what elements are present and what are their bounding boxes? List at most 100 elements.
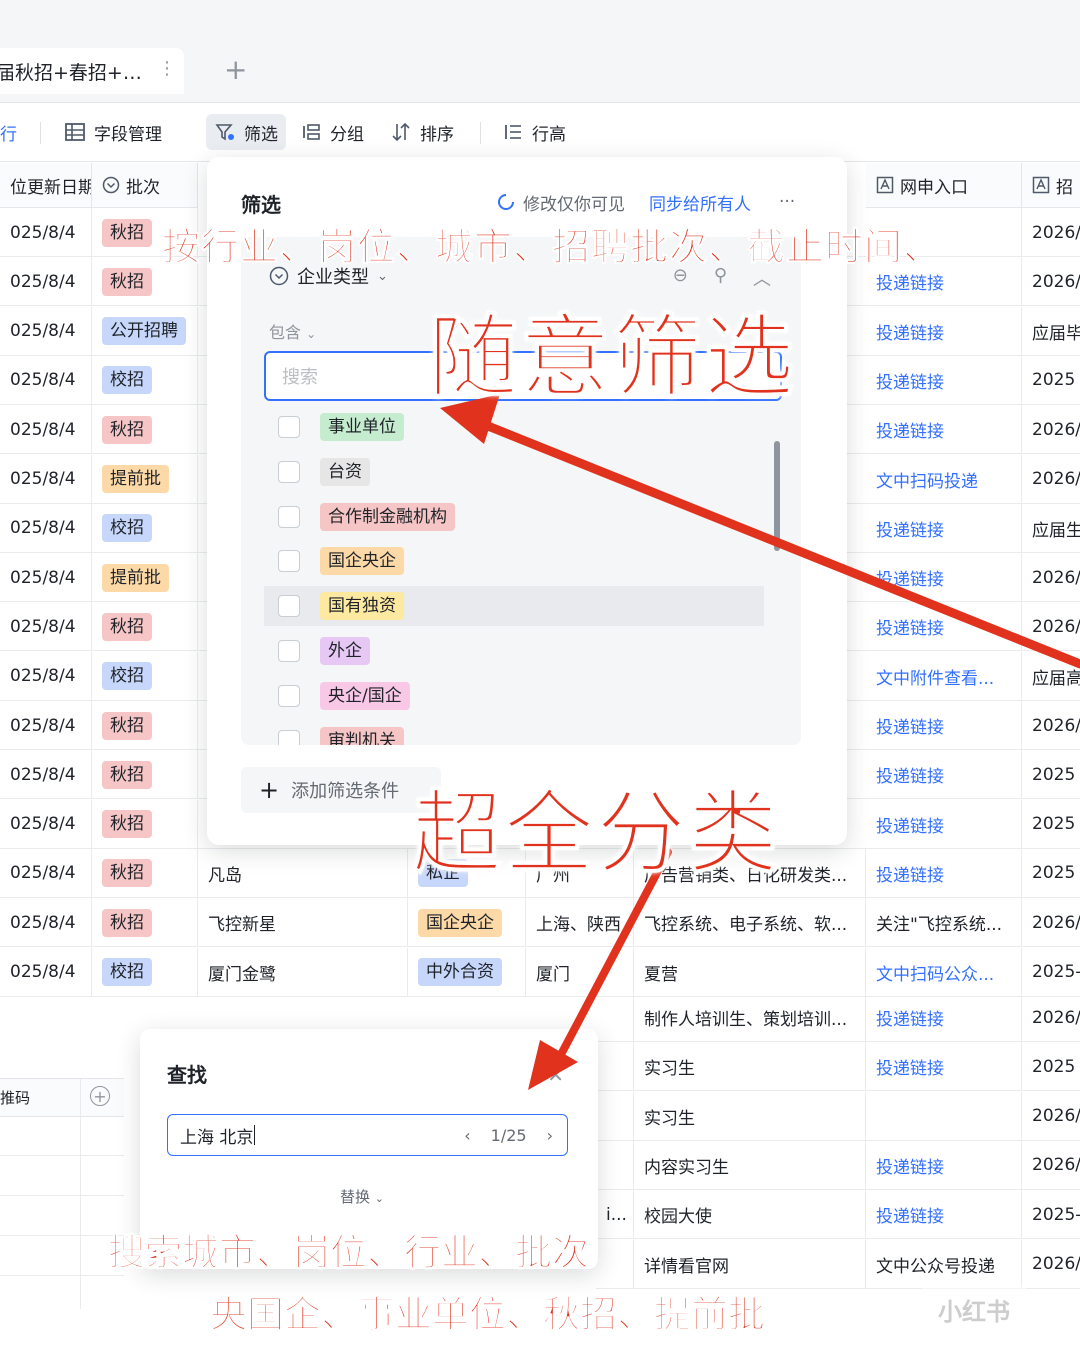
- cell-position[interactable]: 内容实习生: [634, 1140, 866, 1190]
- cell-company[interactable]: 凡岛: [198, 848, 408, 898]
- cell-date[interactable]: 025/8/4: [0, 306, 92, 356]
- option-checkbox[interactable]: [278, 505, 300, 528]
- cell-date[interactable]: 025/8/4: [0, 947, 92, 997]
- cell-apply-entry[interactable]: 投递链接: [866, 1190, 1022, 1240]
- option-list-scrollbar[interactable]: [774, 441, 780, 551]
- cell-batch[interactable]: 秋招: [92, 405, 198, 455]
- cell-apply-entry[interactable]: 文中附件查看...: [866, 651, 1022, 701]
- cell-apply-entry[interactable]: 关注"飞控系统...: [866, 898, 1022, 948]
- cell-date[interactable]: 025/8/4: [0, 799, 92, 849]
- cell-deadline[interactable]: 2025-: [1022, 1190, 1080, 1239]
- cell-date[interactable]: 025/8/4: [0, 651, 92, 701]
- cell-position[interactable]: 飞控系统、电子系统、软...: [634, 898, 866, 948]
- cell-apply-entry[interactable]: 投递链接: [866, 405, 1022, 455]
- cell-position[interactable]: 制作人培训生、策划培训...: [634, 993, 866, 1042]
- cell-batch[interactable]: 校招: [92, 651, 198, 701]
- cell-date[interactable]: 025/8/4: [0, 454, 92, 504]
- table-row[interactable]: 025/8/4 秋招 飞控新星 国企央企 上海、陕西 飞控系统、电子系统、软... 关注"飞…: [0, 898, 1080, 948]
- table-row[interactable]: i... 校园大使 投递链接 2025-: [596, 1190, 1080, 1240]
- cell-city[interactable]: i...: [596, 1190, 634, 1240]
- filter-option[interactable]: 审判机关: [264, 721, 764, 745]
- cell-apply-entry[interactable]: 投递链接: [866, 799, 1022, 849]
- cell-date[interactable]: 025/8/4: [0, 503, 92, 553]
- filter-option[interactable]: 外企: [264, 631, 764, 671]
- cell-batch[interactable]: 秋招: [92, 898, 198, 948]
- cell-deadline[interactable]: 2026/: [1022, 405, 1080, 454]
- cell-deadline[interactable]: 2025: [1022, 356, 1080, 405]
- cell-date[interactable]: 025/8/4: [0, 701, 92, 750]
- cell-position[interactable]: 实习生: [634, 1042, 866, 1092]
- cell-apply-entry[interactable]: 投递链接: [866, 503, 1022, 553]
- add-tab-icon[interactable]: +: [224, 56, 247, 84]
- table-tab[interactable]: 届秋招+春招+… ⋮: [0, 48, 184, 94]
- cell-company[interactable]: 厦门金鹭: [198, 947, 408, 997]
- cell-deadline[interactable]: 2025-: [1022, 948, 1080, 997]
- cell-deadline[interactable]: 2025: [1022, 1042, 1080, 1091]
- cell-apply-entry[interactable]: 投递链接: [866, 602, 1022, 652]
- cell-apply-entry[interactable]: 文中扫码公众...: [866, 947, 1022, 997]
- add-filter-condition-button[interactable]: + 添加筛选条件: [241, 767, 441, 813]
- cell-batch[interactable]: 秋招: [92, 848, 198, 898]
- table-row[interactable]: 实习生 2026/: [596, 1091, 1080, 1141]
- cell-deadline[interactable]: 2026/: [1022, 602, 1080, 651]
- cell-deadline[interactable]: 2026/: [1022, 1240, 1080, 1289]
- option-checkbox[interactable]: [278, 729, 300, 745]
- column-header-deadline[interactable]: 招: [1022, 163, 1080, 208]
- next-match-icon[interactable]: ›: [547, 1126, 553, 1145]
- cell-deadline[interactable]: 2026/: [1022, 993, 1080, 1042]
- cell-batch[interactable]: 秋招: [92, 799, 198, 849]
- cell-batch[interactable]: 校招: [92, 355, 198, 405]
- option-checkbox[interactable]: [278, 416, 300, 438]
- operator-select[interactable]: 包含 ⌄: [269, 319, 316, 343]
- filter-option[interactable]: 央企/国企: [264, 676, 764, 716]
- column-header-entry[interactable]: 网申入口: [866, 163, 1022, 208]
- find-input[interactable]: 上海 北京 ‹ 1/25 ›: [167, 1114, 568, 1156]
- cell-apply-entry[interactable]: 投递链接: [866, 701, 1022, 750]
- filter-button[interactable]: 筛选: [206, 114, 286, 150]
- replace-toggle[interactable]: 替换 ⌄: [340, 1186, 384, 1207]
- cell-batch[interactable]: 秋招: [92, 750, 198, 800]
- cell-deadline[interactable]: 2026/: [1022, 257, 1080, 306]
- option-checkbox[interactable]: [278, 550, 300, 573]
- close-icon[interactable]: ✕: [547, 1063, 564, 1087]
- cell-deadline[interactable]: 应届生: [1022, 504, 1080, 553]
- table-row[interactable]: 制作人培训生、策划培训... 投递链接 2026/: [596, 993, 1080, 1042]
- cell-batch[interactable]: 公开招聘: [92, 306, 198, 356]
- table-row[interactable]: 025/8/4 校招 厦门金鹭 中外合资 厦门 夏营 文中扫码公众... 2025-: [0, 947, 1080, 997]
- option-checkbox[interactable]: [278, 640, 300, 662]
- cell-date[interactable]: 025/8/4: [0, 405, 92, 455]
- more-icon[interactable]: ···: [779, 192, 795, 212]
- cell-company[interactable]: 飞控新星: [198, 898, 408, 948]
- cell-deadline[interactable]: 2025: [1022, 849, 1080, 898]
- cell-deadline[interactable]: 2026/: [1022, 208, 1080, 257]
- cell-city[interactable]: [596, 993, 634, 1042]
- filter-option[interactable]: 国有独资: [264, 586, 764, 627]
- cell-apply-entry[interactable]: [866, 1091, 1022, 1141]
- cell-deadline[interactable]: 应届高: [1022, 652, 1080, 701]
- cell-apply-entry[interactable]: 投递链接: [866, 848, 1022, 898]
- group-button[interactable]: 分组: [300, 114, 364, 150]
- cell-date[interactable]: 025/8/4: [0, 257, 92, 307]
- cell-city[interactable]: 上海、陕西: [526, 898, 634, 948]
- cell-date[interactable]: 025/8/4: [0, 208, 92, 257]
- cell-batch[interactable]: 校招: [92, 947, 198, 997]
- cell-date[interactable]: 025/8/4: [0, 602, 92, 652]
- cell-city[interactable]: [596, 1091, 634, 1141]
- cell-date[interactable]: 025/8/4: [0, 848, 92, 898]
- previous-match-icon[interactable]: ‹: [464, 1126, 470, 1145]
- row-button[interactable]: 行: [0, 114, 17, 150]
- filter-option[interactable]: 台资: [264, 452, 764, 492]
- cell-apply-entry[interactable]: 投递链接: [866, 993, 1022, 1042]
- cell-batch[interactable]: 秋招: [92, 701, 198, 750]
- cell-apply-entry[interactable]: 文中公众号投递: [866, 1239, 1022, 1289]
- cell-apply-entry[interactable]: 投递链接: [866, 553, 1022, 603]
- option-checkbox[interactable]: [278, 595, 300, 618]
- row-height-button[interactable]: 行高: [502, 114, 566, 150]
- cell-apply-entry[interactable]: 文中扫码投递: [866, 454, 1022, 504]
- cell-deadline[interactable]: 2025: [1022, 800, 1080, 849]
- cell-deadline[interactable]: 2025: [1022, 750, 1080, 799]
- column-header-code[interactable]: 推码 +: [0, 1079, 124, 1117]
- cell-deadline[interactable]: 2026/: [1022, 455, 1080, 504]
- filter-option[interactable]: 合作制金融机构: [264, 497, 764, 537]
- cell-batch[interactable]: 秋招: [92, 602, 198, 652]
